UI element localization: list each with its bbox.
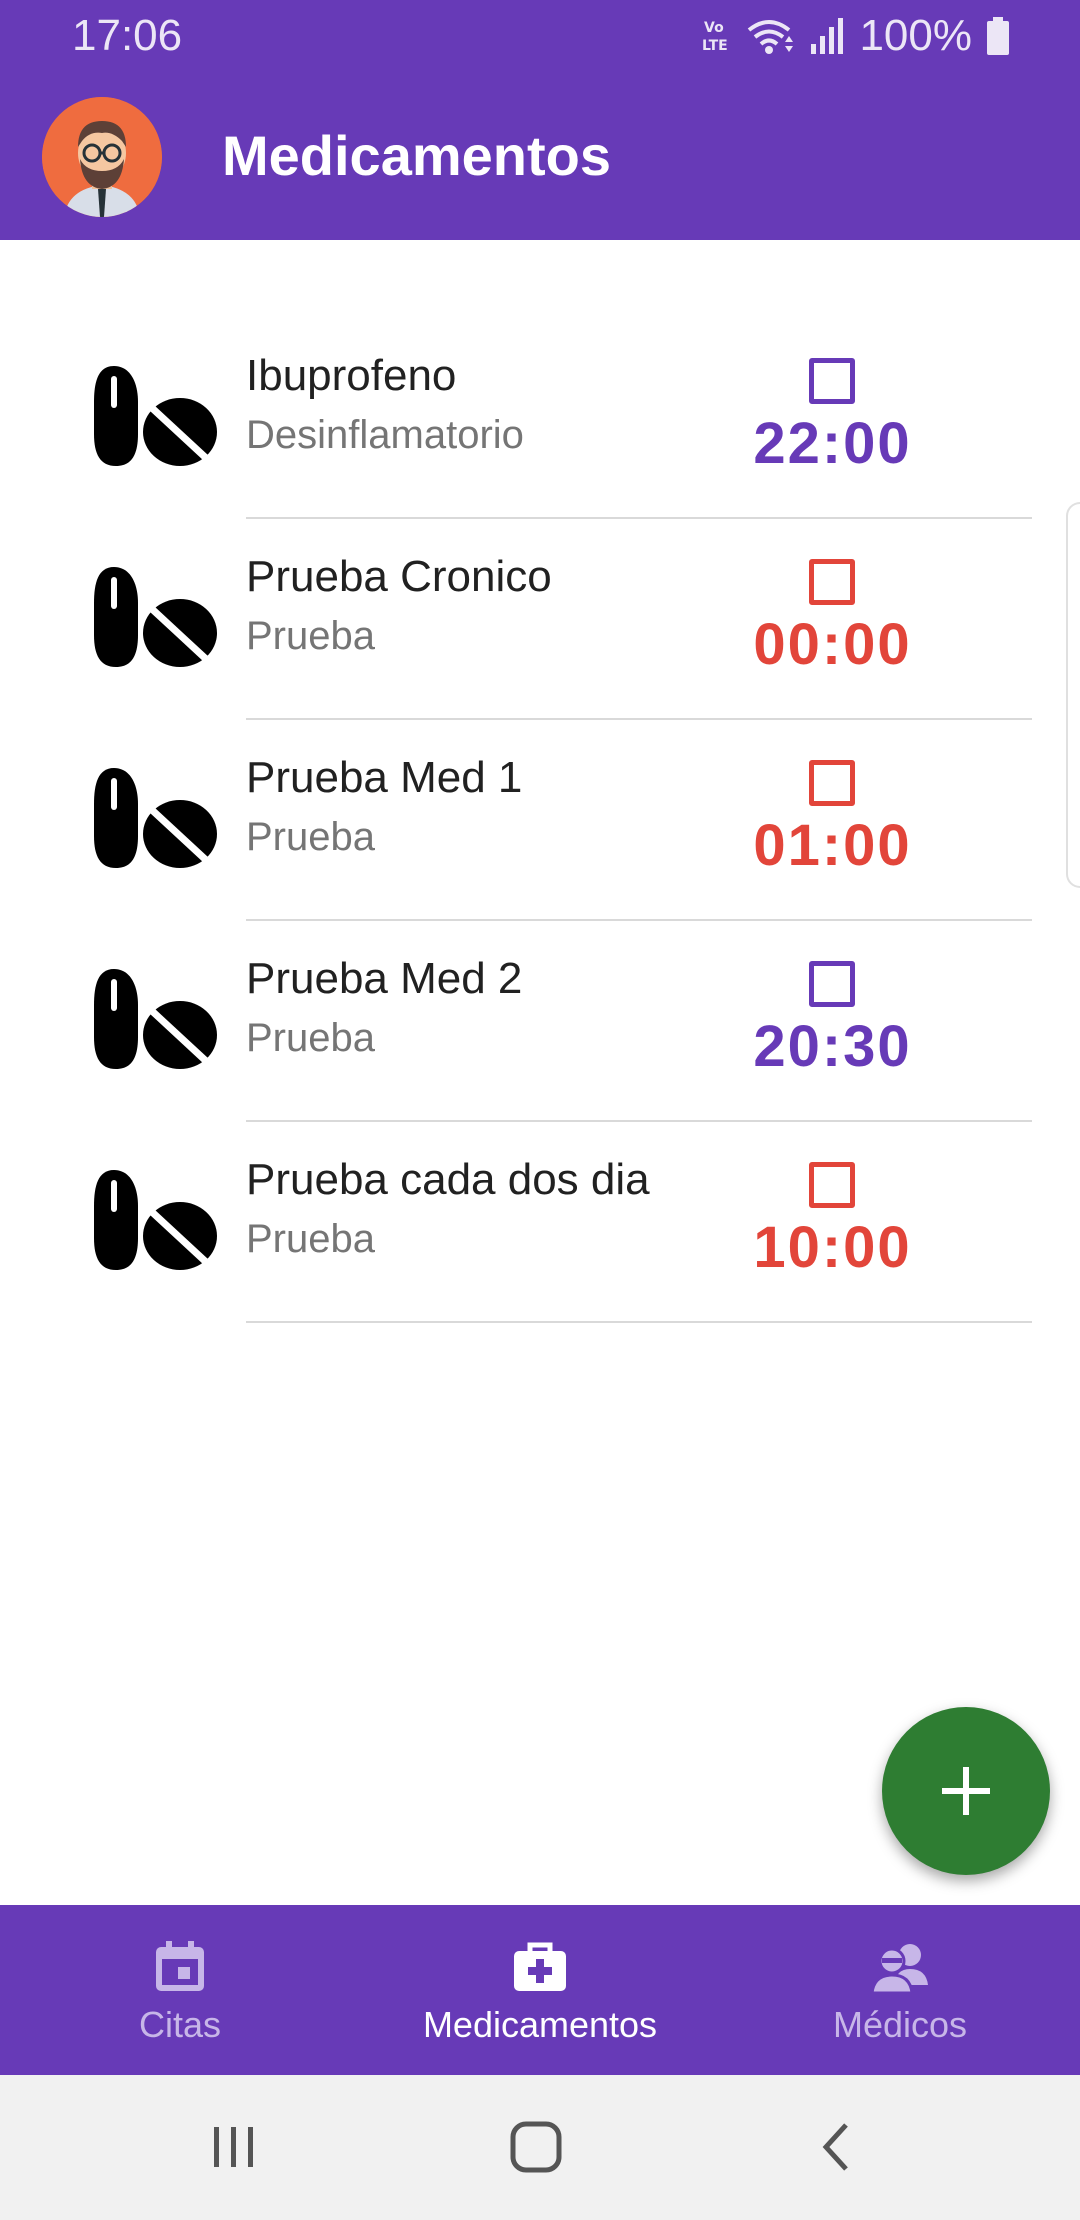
- medication-row[interactable]: Prueba Med 1 Prueba 01:00: [0, 720, 1080, 921]
- taken-checkbox[interactable]: [809, 559, 855, 605]
- pills-icon: [92, 965, 218, 1073]
- home-icon[interactable]: [506, 2117, 566, 2177]
- medication-name: Prueba Med 1: [246, 753, 523, 802]
- nav-label-citas: Citas: [138, 2004, 222, 2045]
- nav-item-citas[interactable]: Citas: [0, 1905, 360, 2075]
- medication-description: Prueba: [246, 1016, 375, 1060]
- medical-kit-icon: [514, 1942, 566, 1991]
- nav-label-medicos: Médicos: [832, 2004, 968, 2045]
- medication-description: Prueba: [246, 614, 375, 658]
- nav-label-medicamentos: Medicamentos: [422, 2004, 658, 2045]
- medication-description: Prueba: [246, 815, 375, 859]
- svg-text:LTE: LTE: [702, 38, 728, 54]
- medication-time: 01:00: [753, 813, 912, 878]
- medication-list: Ibuprofeno Desinflamatorio 22:00 Prueba …: [0, 318, 1080, 1323]
- nav-item-medicos[interactable]: Médicos: [720, 1905, 1080, 2075]
- medication-time: 22:00: [753, 411, 912, 476]
- pills-icon: [92, 362, 218, 470]
- add-medication-button[interactable]: [882, 1707, 1050, 1875]
- app-bar: Medicamentos: [0, 72, 1080, 240]
- medication-name: Prueba Cronico: [246, 552, 552, 601]
- battery-icon: [986, 16, 1010, 56]
- nav-item-medicamentos[interactable]: Medicamentos: [360, 1905, 720, 2075]
- bearded-man-avatar-icon[interactable]: [42, 97, 162, 217]
- medication-row[interactable]: Prueba Cronico Prueba 00:00: [0, 519, 1080, 720]
- doctors-icon: [870, 1944, 928, 1995]
- battery-percent: 100%: [859, 11, 972, 60]
- medication-description: Prueba: [246, 1217, 375, 1261]
- status-bar: 17:06 Vo LTE 100%: [0, 0, 1080, 72]
- medication-row[interactable]: Prueba cada dos dia Prueba 10:00: [0, 1122, 1080, 1323]
- medication-time: 20:30: [753, 1014, 912, 1079]
- recents-icon[interactable]: [204, 2117, 264, 2177]
- back-icon[interactable]: [808, 2117, 868, 2177]
- pills-icon: [92, 764, 218, 872]
- volte-icon: Vo LTE: [701, 16, 731, 56]
- page-title: Medicamentos: [222, 124, 611, 187]
- signal-icon: [809, 16, 845, 56]
- bottom-navigation: Citas Medicamentos Médicos: [0, 1905, 1080, 2075]
- divider: [246, 1321, 1032, 1323]
- svg-text:Vo: Vo: [704, 20, 724, 36]
- pills-icon: [92, 1166, 218, 1274]
- calendar-icon: [156, 1941, 204, 1991]
- medication-name: Prueba Med 2: [246, 954, 523, 1003]
- medication-time: 10:00: [753, 1215, 912, 1280]
- medication-row[interactable]: Ibuprofeno Desinflamatorio 22:00: [0, 318, 1080, 519]
- taken-checkbox[interactable]: [809, 961, 855, 1007]
- taken-checkbox[interactable]: [809, 1162, 855, 1208]
- status-icons: Vo LTE 100%: [701, 10, 1010, 62]
- edge-panel-handle[interactable]: [1066, 502, 1080, 888]
- medication-name: Prueba cada dos dia: [246, 1155, 650, 1204]
- status-time: 17:06: [72, 11, 183, 60]
- app-screen: 17:06 Vo LTE 100% Medicamentos Ibuprofen…: [0, 0, 1080, 2220]
- taken-checkbox[interactable]: [809, 358, 855, 404]
- medication-time: 00:00: [753, 612, 912, 677]
- medication-row[interactable]: Prueba Med 2 Prueba 20:30: [0, 921, 1080, 1122]
- taken-checkbox[interactable]: [809, 760, 855, 806]
- medication-description: Desinflamatorio: [246, 413, 524, 457]
- medication-name: Ibuprofeno: [246, 351, 457, 400]
- pills-icon: [92, 563, 218, 671]
- plus-icon: [942, 1767, 990, 1815]
- system-navigation-bar: [0, 2075, 1080, 2220]
- wifi-icon: [745, 16, 795, 56]
